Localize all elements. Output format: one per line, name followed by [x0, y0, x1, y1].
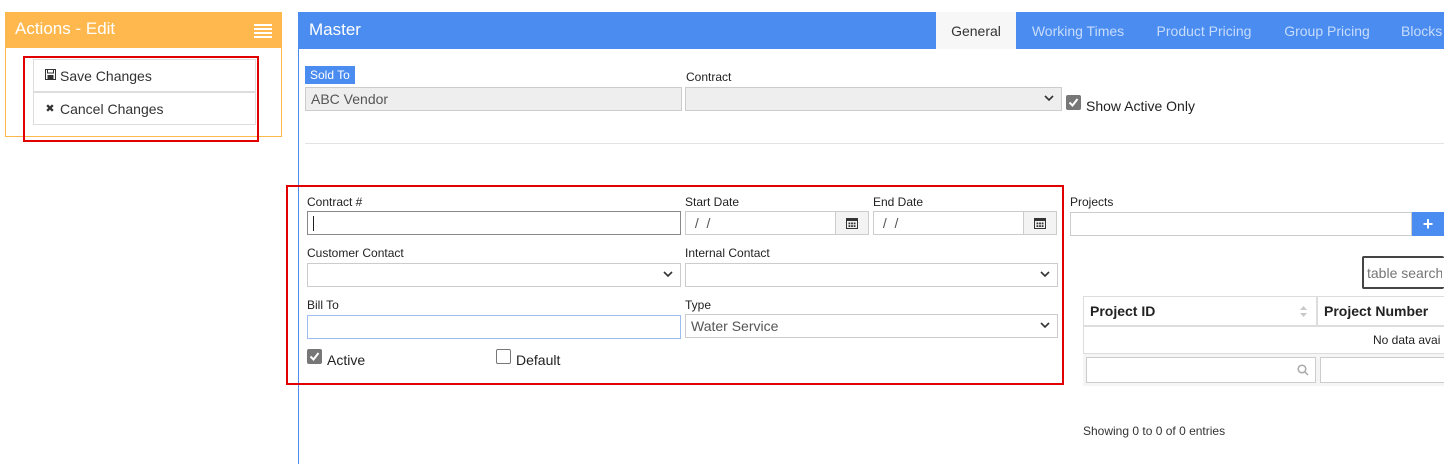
- actions-title: Actions - Edit: [15, 19, 116, 38]
- search-icon: [1297, 364, 1309, 376]
- tab-working-times[interactable]: Working Times: [1016, 12, 1140, 49]
- table-search-input[interactable]: [1362, 256, 1444, 289]
- project-number-header-label: Project Number: [1324, 303, 1429, 319]
- table-info-footer: Showing 0 to 0 of 0 entries: [1083, 424, 1226, 438]
- project-id-column-header[interactable]: Project ID: [1083, 296, 1317, 326]
- section-separator: [305, 143, 1444, 144]
- master-title: Master: [309, 20, 361, 39]
- sort-icon: [1300, 306, 1307, 317]
- add-project-button[interactable]: +: [1412, 212, 1444, 236]
- sold-to-label: Sold To: [305, 66, 355, 84]
- project-number-column-header[interactable]: Project Number: [1317, 296, 1444, 326]
- table-empty-message: No data avai: [1373, 333, 1441, 347]
- show-active-only-checkbox[interactable]: [1066, 95, 1081, 110]
- projects-select[interactable]: [1070, 212, 1412, 236]
- project-id-header-label: Project ID: [1090, 303, 1156, 319]
- checkmark-icon: [1068, 98, 1079, 108]
- project-id-filter-input[interactable]: [1086, 357, 1316, 383]
- tab-blocks[interactable]: Blocks: [1386, 12, 1444, 49]
- contract-label: Contract: [686, 70, 732, 84]
- sold-to-field: ABC Vendor: [305, 87, 682, 111]
- plus-icon: +: [1422, 213, 1434, 234]
- project-number-filter-input[interactable]: [1320, 357, 1444, 383]
- highlight-box-contract-form: [286, 185, 1064, 385]
- highlight-box-actions: [23, 56, 259, 142]
- projects-label: Projects: [1070, 195, 1114, 209]
- contract-select[interactable]: [685, 87, 1062, 111]
- tab-group-pricing[interactable]: Group Pricing: [1268, 12, 1386, 49]
- tab-general[interactable]: General: [936, 12, 1016, 49]
- tab-product-pricing[interactable]: Product Pricing: [1140, 12, 1268, 49]
- chevron-down-icon: [1044, 95, 1054, 102]
- hamburger-menu-icon[interactable]: [254, 24, 272, 38]
- show-active-only-label: Show Active Only: [1086, 98, 1195, 114]
